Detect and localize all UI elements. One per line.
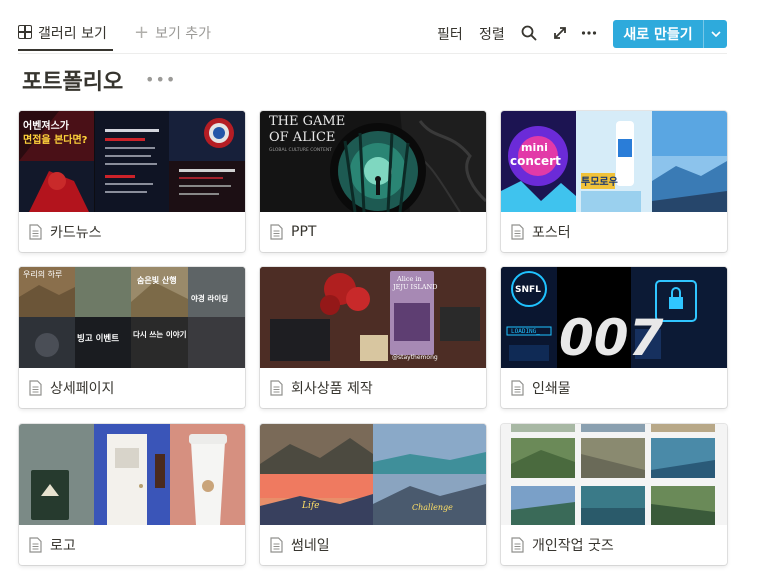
cover-overlay-text: 면접을 본다면?: [23, 133, 88, 146]
toolbar-divider: [18, 53, 727, 54]
gallery-card-personal-goods[interactable]: 개인작업 굿즈: [501, 424, 727, 565]
card-caption[interactable]: 포스터: [501, 212, 727, 252]
tab-gallery-view-label: 갤러리 보기: [38, 26, 107, 42]
card-caption[interactable]: 회사상품 제작: [260, 368, 486, 408]
cover-title-text: THE GAME: [269, 114, 345, 129]
gallery-grid-icon: [18, 25, 32, 39]
cover-overlay-text: @staythemong: [392, 354, 438, 361]
card-caption[interactable]: 썸네일: [260, 525, 486, 565]
cover-overlay-text: JEJU ISLAND: [392, 283, 437, 291]
card-cover-image: THE GAME OF ALICE GLOBAL CULTURE CONTENT: [260, 111, 486, 212]
cover-overlay-text: concert: [510, 154, 561, 168]
page-icon: [29, 380, 42, 396]
page-icon: [270, 537, 283, 553]
cover-overlay-text: Challenge: [412, 503, 453, 512]
cover-overlay-text: Life: [301, 501, 320, 511]
card-title: 회사상품 제작: [291, 381, 373, 397]
card-cover-image: [19, 424, 245, 525]
gallery-card-poster[interactable]: mini concert 투모로우 포스터: [501, 111, 727, 252]
card-title: 포스터: [532, 225, 571, 241]
card-caption[interactable]: 카드뉴스: [19, 212, 245, 252]
gallery-card-company-product[interactable]: Alice in JEJU ISLAND @staythemong 회사상품 제…: [260, 267, 486, 408]
sort-button[interactable]: 정렬: [479, 24, 505, 44]
gallery-card-ppt[interactable]: THE GAME OF ALICE GLOBAL CULTURE CONTENT…: [260, 111, 486, 252]
cover-overlay-text: 투모로우: [581, 176, 618, 188]
card-cover-image: 어벤져스가 면접을 본다면?: [19, 111, 245, 212]
new-button-dropdown[interactable]: [704, 20, 727, 48]
cover-overlay-text: LOADING_: [511, 328, 540, 335]
card-title: 로고: [50, 538, 76, 554]
gallery-card-print[interactable]: SNFL LOADING_ 007 인쇄물: [501, 267, 727, 408]
cover-overlay-text: 어벤져스가: [23, 119, 70, 132]
add-view-button[interactable]: + 보기 추가: [134, 23, 211, 43]
card-cover-image: 우리의 하루 숨은빛 산행 야경 라이딩 빙고 이벤트 다시 쓰는 이야기: [19, 267, 245, 368]
cover-overlay-text: 다시 쓰는 이야기: [133, 329, 187, 339]
card-title: 카드뉴스: [50, 225, 102, 241]
card-cover-image: mini concert 투모로우: [501, 111, 727, 212]
card-title: 상세페이지: [50, 381, 115, 397]
search-icon[interactable]: [520, 24, 538, 42]
chevron-down-icon: [710, 31, 721, 37]
gallery-card-cardnews[interactable]: 어벤져스가 면접을 본다면? 카드뉴스: [19, 111, 245, 252]
new-button[interactable]: 새로 만들기: [613, 20, 727, 48]
card-cover-image: Life Challenge: [260, 424, 486, 525]
cover-subtitle-text: GLOBAL CULTURE CONTENT: [269, 147, 332, 153]
card-caption[interactable]: 개인작업 굿즈: [501, 525, 727, 565]
gallery-card-logo[interactable]: 로고: [19, 424, 245, 565]
card-caption[interactable]: PPT: [260, 212, 486, 252]
cover-overlay-text: 빙고 이벤트: [77, 333, 119, 344]
cover-overlay-text: 007: [559, 309, 664, 367]
database-toolbar: 갤러리 보기 + 보기 추가 필터 정렬 새로 만들기: [0, 0, 780, 54]
cover-overlay-text: 야경 라이딩: [191, 293, 228, 303]
cover-overlay-text: SNFL: [515, 285, 541, 295]
filter-button[interactable]: 필터: [437, 24, 463, 44]
page-icon: [29, 537, 42, 553]
card-title: PPT: [291, 224, 317, 240]
card-title: 인쇄물: [532, 381, 571, 397]
svg-text:우리의 하루: 우리의 하루: [23, 269, 62, 279]
page-icon: [511, 224, 524, 240]
card-title: 개인작업 굿즈: [532, 538, 614, 554]
cover-overlay-text: mini: [521, 141, 548, 154]
page-icon: [511, 380, 524, 396]
page-icon: [270, 224, 283, 240]
card-title: 썸네일: [291, 538, 330, 554]
cover-title-text: OF ALICE: [269, 130, 335, 145]
new-button-label[interactable]: 새로 만들기: [613, 20, 703, 48]
more-icon[interactable]: [580, 24, 598, 42]
title-more-icon[interactable]: •••: [145, 70, 176, 89]
expand-icon[interactable]: [551, 24, 569, 42]
tab-gallery-view[interactable]: 갤러리 보기: [18, 17, 113, 51]
page-title: 포트폴리오: [22, 70, 124, 95]
cover-overlay-text: 숨은빛 산행: [137, 275, 177, 285]
gallery-card-thumbnail[interactable]: Life Challenge 썸네일: [260, 424, 486, 565]
plus-icon: +: [134, 22, 150, 43]
page-icon: [29, 224, 42, 240]
card-cover-image: [501, 424, 727, 525]
cover-overlay-text: Alice in: [396, 275, 422, 283]
card-caption[interactable]: 상세페이지: [19, 368, 245, 408]
card-cover-image: Alice in JEJU ISLAND @staythemong: [260, 267, 486, 368]
card-cover-image: SNFL LOADING_ 007: [501, 267, 727, 368]
add-view-label: 보기 추가: [155, 26, 212, 42]
page-icon: [511, 537, 524, 553]
card-caption[interactable]: 인쇄물: [501, 368, 727, 408]
page-icon: [270, 380, 283, 396]
gallery-card-detail-page[interactable]: 우리의 하루 숨은빛 산행 야경 라이딩 빙고 이벤트 다시 쓰는 이야기 상세…: [19, 267, 245, 408]
card-caption[interactable]: 로고: [19, 525, 245, 565]
